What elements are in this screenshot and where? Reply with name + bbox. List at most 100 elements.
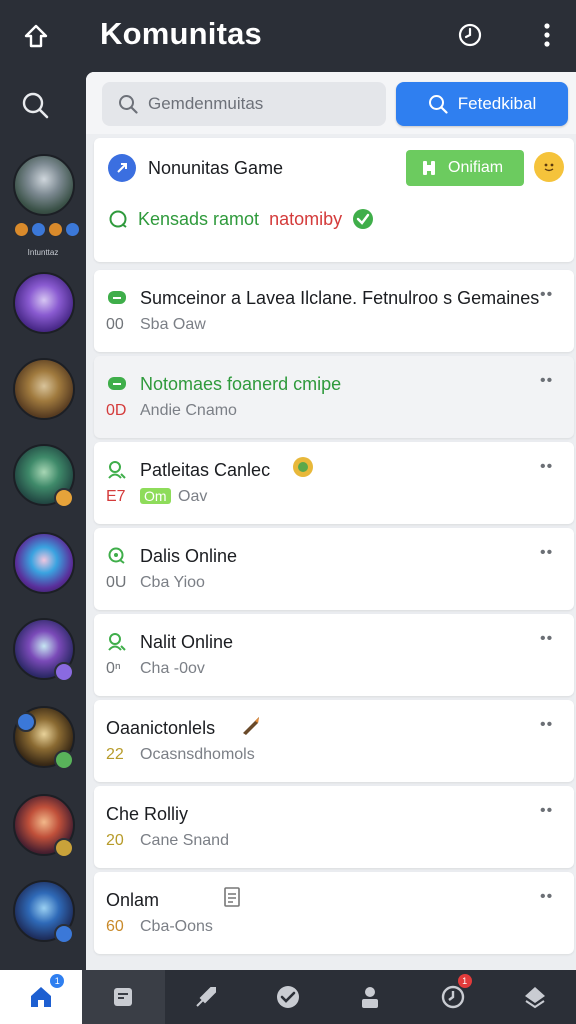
thread-title: Notomaes foanerd cmipe: [140, 374, 342, 394]
thread-subtitle: Sba Oaw: [140, 316, 206, 333]
thread-title: Nalit Online: [140, 632, 234, 652]
page-title: Komunitas: [100, 16, 262, 51]
thread-count: 20: [106, 832, 124, 849]
avatar-community-2[interactable]: [13, 272, 75, 334]
thread-subtitle: Andie Cnamo: [140, 402, 237, 419]
nav-settings[interactable]: [494, 970, 576, 1024]
search-icon: [119, 95, 138, 114]
nav-profile[interactable]: [329, 970, 411, 1024]
thread-row[interactable]: Oaanictonlels 22 Ocasnsdhomols ••: [94, 700, 574, 782]
thread-count: 0ⁿ: [106, 660, 121, 677]
thread-title: Oaanictonlels: [106, 718, 216, 738]
search-submit-button[interactable]: Fetedkibal: [396, 82, 568, 126]
app-root: Komunitas Intunttaz Gemdenmuitas Fetedki…: [0, 0, 576, 1024]
thread-more-button[interactable]: ••: [540, 888, 553, 906]
thread-row[interactable]: Che Rolliy 20 Cane Snand ••: [94, 786, 574, 868]
sidebar-search-button[interactable]: [18, 88, 52, 122]
avatar-status-badge: [54, 662, 74, 682]
community-card[interactable]: Nonunitas Game Onifiam Kensads ramot nat…: [94, 138, 574, 262]
search-bar: Gemdenmuitas Fetedkibal: [86, 72, 576, 134]
layers-icon: [524, 987, 545, 1009]
thread-more-button[interactable]: ••: [540, 544, 553, 562]
community-sidebar: Intunttaz: [0, 72, 86, 970]
online-status-button[interactable]: Onifiam: [406, 150, 524, 186]
note-icon: [114, 988, 133, 1006]
thread-more-button[interactable]: ••: [540, 372, 553, 390]
top-bar: Komunitas: [0, 0, 576, 72]
chat-icon: [106, 374, 128, 394]
avatar-status-badge: [54, 838, 74, 858]
thread-count: 0U: [106, 574, 127, 591]
nav-explore[interactable]: [165, 970, 247, 1024]
thread-row[interactable]: Patleitas Canlec E7 Om Oav ••: [94, 442, 574, 524]
thread-row[interactable]: Nalit Online 0ⁿ Cha -0ov ••: [94, 614, 574, 696]
rocket-icon: [195, 987, 216, 1007]
arrow-up-icon: [24, 24, 48, 48]
nav-notes[interactable]: [82, 970, 165, 1024]
thread-more-button[interactable]: ••: [540, 630, 553, 648]
search-input[interactable]: Gemdenmuitas: [102, 82, 386, 126]
thread-more-button[interactable]: ••: [540, 286, 553, 304]
community-note-highlight: natomiby: [269, 208, 343, 229]
nav-tasks[interactable]: [247, 970, 329, 1024]
avatar-community-5[interactable]: [13, 532, 75, 594]
smiley-emoji-icon[interactable]: [534, 152, 564, 182]
controller-icon: [423, 161, 435, 175]
thread-subtitle: Oav: [178, 488, 208, 505]
chat-icon: [106, 546, 128, 566]
thread-row[interactable]: Sumceinor a Lavea Ilclane. Fetnulroo s G…: [94, 270, 574, 352]
thread-tag: Om: [140, 488, 171, 504]
thread-more-button[interactable]: ••: [540, 802, 553, 820]
game-emblem-icon: [292, 456, 314, 478]
thread-row[interactable]: Onlam 60 Cba-Oons ••: [94, 872, 574, 954]
thread-row[interactable]: Notomaes foanerd cmipe 0D Andie Cnamo ••: [94, 356, 574, 438]
badge-icon: [14, 222, 29, 237]
avatar-community-3[interactable]: [13, 358, 75, 420]
user-search-icon: [106, 460, 128, 480]
person-icon: [362, 987, 379, 1008]
history-button[interactable]: [455, 20, 485, 50]
community-name: Nonunitas Game: [148, 158, 284, 178]
main-panel: Gemdenmuitas Fetedkibal Nonunitas Game O…: [86, 72, 576, 970]
avatar-status-badge: [54, 488, 74, 508]
thread-subtitle: Cba Yioo: [140, 574, 205, 591]
avatar-status-badge: [54, 750, 74, 770]
chat-bubble-icon: [109, 210, 127, 228]
search-icon: [428, 95, 448, 114]
nav-home[interactable]: 1: [0, 970, 83, 1024]
document-icon: [222, 886, 244, 908]
thread-count: E7: [106, 488, 126, 505]
thread-subtitle: Ocasnsdhomols: [140, 746, 255, 763]
thread-more-button[interactable]: ••: [540, 458, 553, 476]
overflow-menu-button[interactable]: [532, 20, 562, 50]
verified-check-icon: [353, 209, 374, 229]
thread-count: 60: [106, 918, 124, 935]
thread-row[interactable]: Dalis Online 0U Cba Yioo ••: [94, 528, 574, 610]
thread-more-button[interactable]: ••: [540, 716, 553, 734]
home-badge: 1: [50, 974, 65, 988]
bottom-navigation: 1 1: [0, 970, 576, 1024]
activity-badge: 1: [457, 974, 472, 988]
home-icon: [31, 987, 52, 1007]
home-up-button[interactable]: [20, 20, 52, 52]
avatar-badges: [14, 222, 80, 237]
chat-icon: [106, 288, 128, 308]
thread-title: Onlam: [106, 890, 160, 910]
thread-title: Che Rolliy: [106, 804, 189, 824]
community-logo-icon: [108, 154, 136, 182]
thread-count: 00: [106, 316, 124, 333]
thread-subtitle: Cba-Oons: [140, 918, 213, 935]
search-placeholder: Gemdenmuitas: [148, 94, 264, 113]
thread-subtitle: Cane Snand: [140, 832, 229, 849]
clock-icon: [458, 23, 482, 47]
search-button-label: Fetedkibal: [457, 94, 537, 113]
badge-icon: [48, 222, 63, 237]
clock-icon: [441, 985, 464, 1009]
badge-icon: [31, 222, 46, 237]
thread-subtitle: Cha -0ov: [140, 660, 205, 677]
avatar-community-1[interactable]: [13, 154, 75, 216]
thread-title: Sumceinor a Lavea Ilclane. Fetnulroo s G…: [140, 288, 540, 308]
avatar-caption: Intunttaz: [27, 248, 59, 257]
nav-activity[interactable]: 1: [411, 970, 493, 1024]
thread-count: 0D: [106, 402, 127, 419]
